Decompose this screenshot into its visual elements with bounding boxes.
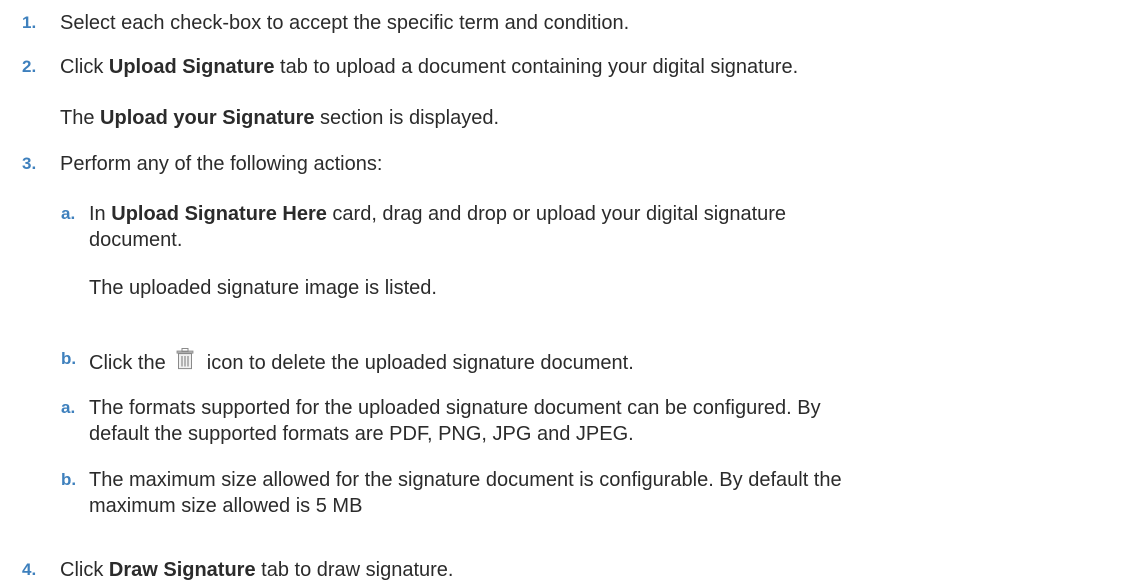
substep-3a-letter: a.: [61, 204, 76, 223]
step-2-result-post: section is displayed.: [314, 107, 500, 129]
step-1-number: 1.: [22, 13, 37, 32]
step-2-number: 2.: [22, 57, 37, 76]
note-b-letter: b.: [61, 470, 77, 489]
step-3-text: Perform any of the following actions:: [60, 153, 383, 175]
note-b-line2: maximum size allowed is 5 MB: [89, 495, 363, 517]
upload-signature-here-label: Upload Signature Here: [111, 203, 327, 225]
substep-3b-text: Click the icon to delete the uploaded si…: [89, 347, 634, 375]
substep-3a-text: In Upload Signature Here card, drag and …: [89, 202, 786, 226]
substep-3b-pre: Click the: [89, 352, 172, 374]
substep-3a-post: card, drag and drop or upload your digit…: [326, 203, 787, 225]
step-4-post: tab to draw signature.: [255, 559, 454, 581]
step-4-number: 4.: [22, 560, 37, 579]
substep-3b-letter: b.: [61, 349, 77, 368]
note-b-line1: The maximum size allowed for the signatu…: [89, 469, 842, 491]
substep-3a-text-cont: document.: [89, 229, 183, 251]
step-2-result-pre: The: [60, 107, 101, 129]
step-3-number: 3.: [22, 154, 37, 173]
step-4-text: Click Draw Signature tab to draw signatu…: [60, 558, 453, 582]
step-2-result: The Upload your Signature section is dis…: [60, 106, 499, 130]
step-1-text: Select each check-box to accept the spec…: [60, 12, 630, 34]
note-a-line2: default the supported formats are PDF, P…: [89, 423, 634, 445]
draw-signature-tab-label: Draw Signature: [108, 559, 256, 581]
note-a-line1: The formats supported for the uploaded s…: [89, 397, 821, 419]
substep-3a-pre: In: [89, 203, 112, 225]
upload-your-signature-label: Upload your Signature: [100, 107, 315, 129]
substep-3a-result: The uploaded signature image is listed.: [89, 277, 437, 299]
step-4-pre: Click: [60, 559, 109, 581]
step-2-text: Click Upload Signature tab to upload a d…: [60, 55, 798, 79]
upload-signature-tab-label: Upload Signature: [108, 56, 275, 78]
step-2-post: tab to upload a document containing your…: [274, 56, 799, 78]
substep-3b-post: icon to delete the uploaded signature do…: [201, 352, 634, 374]
trash-icon: [176, 348, 194, 370]
step-2-pre: Click: [60, 56, 109, 78]
note-a-letter: a.: [61, 398, 76, 417]
